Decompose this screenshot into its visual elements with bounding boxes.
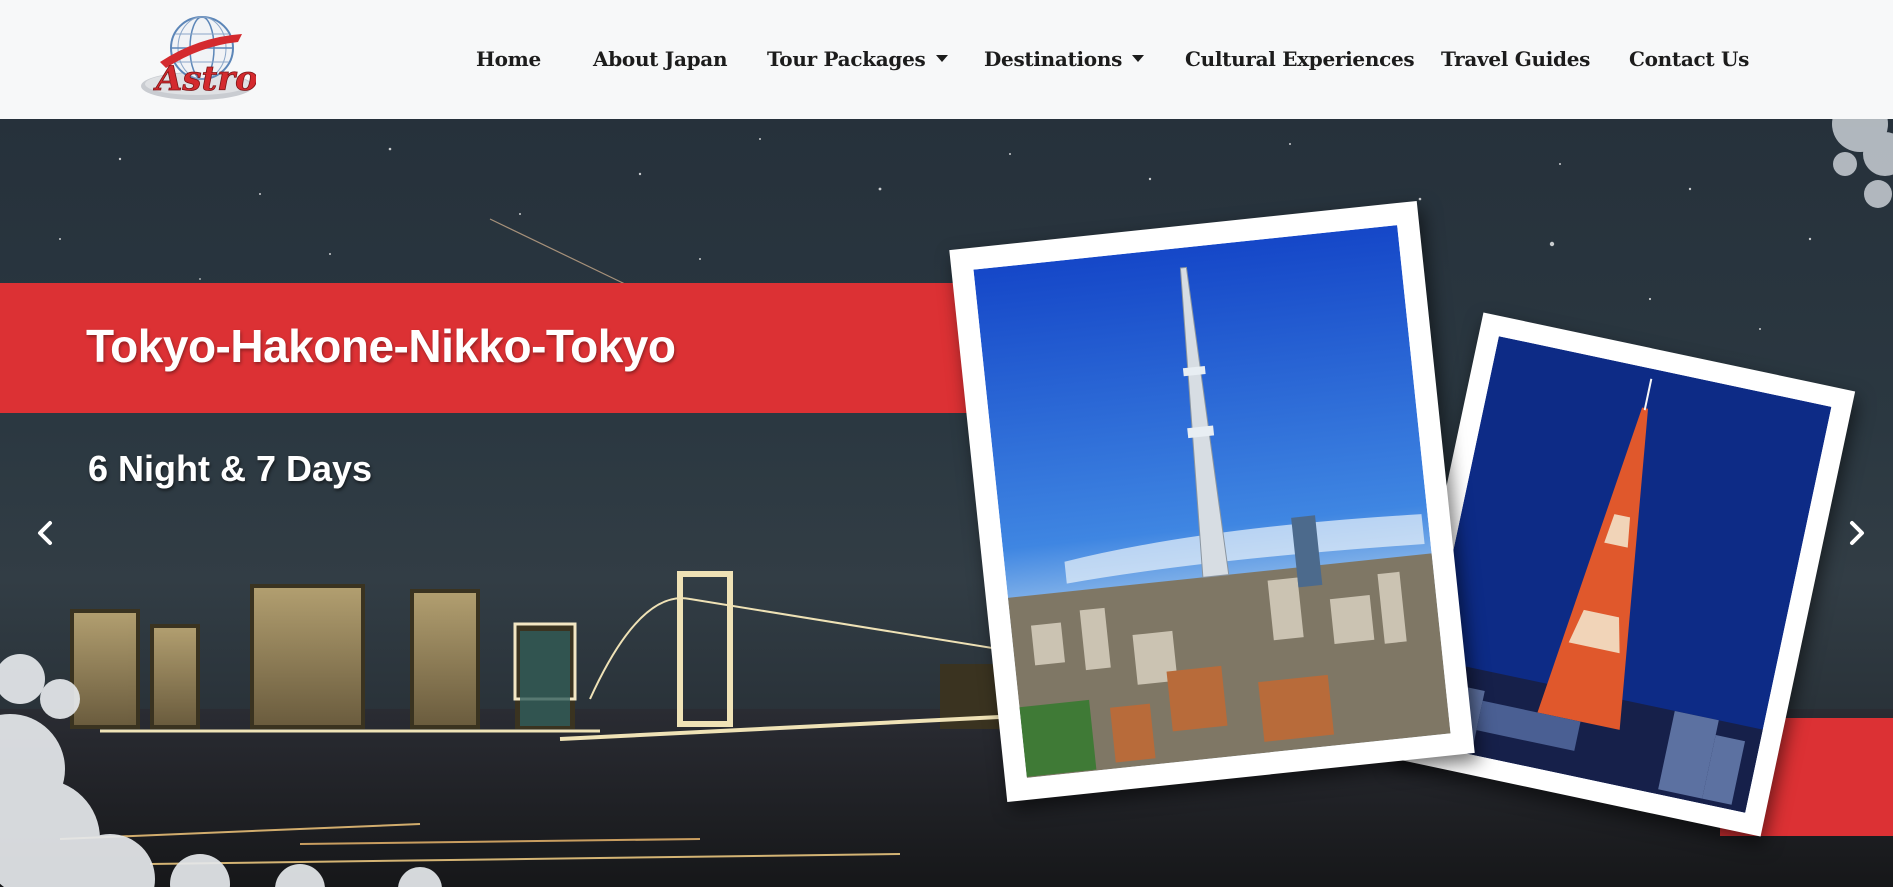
carousel-next-button[interactable] [1836,503,1876,563]
carousel-prev-button[interactable] [26,503,66,563]
nav-item-cultural-experiences[interactable]: Cultural Experiences [1185,44,1415,74]
nav-item-travel-guides-label: Travel Guides [1441,47,1591,71]
nav-item-contact-us[interactable]: Contact Us [1629,44,1749,74]
hero-slider: Tokyo-Hakone-Nikko-Tokyo 6 Night & 7 Day… [0,119,1893,887]
main-nav: Home About Japan Tour Packages Destinati… [0,44,1893,74]
nav-item-home[interactable]: Home [476,44,541,74]
nav-item-destinations-label: Destinations [984,47,1123,71]
nav-item-tour-packages[interactable]: Tour Packages [767,44,948,74]
site-header: Astro Home About Japan Tour Packages Des… [0,0,1893,119]
nav-item-about-japan[interactable]: About Japan [593,44,728,74]
nav-item-contact-us-label: Contact Us [1629,47,1750,71]
chevron-right-icon [1850,521,1864,545]
tokyo-skytree-photo [949,200,1475,803]
chevron-left-icon [38,521,52,545]
nav-item-destinations[interactable]: Destinations [984,44,1145,74]
nav-item-travel-guides[interactable]: Travel Guides [1441,44,1590,74]
nav-item-about-japan-label: About Japan [593,47,728,71]
slide-subtitle: 6 Night & 7 Days [88,448,373,489]
caret-down-icon [935,55,948,62]
nav-item-tour-packages-label: Tour Packages [767,47,926,71]
slide-title: Tokyo-Hakone-Nikko-Tokyo [86,320,676,372]
caret-down-icon [1132,55,1145,62]
nav-item-home-label: Home [476,47,541,71]
nav-item-cultural-experiences-label: Cultural Experiences [1185,47,1415,71]
